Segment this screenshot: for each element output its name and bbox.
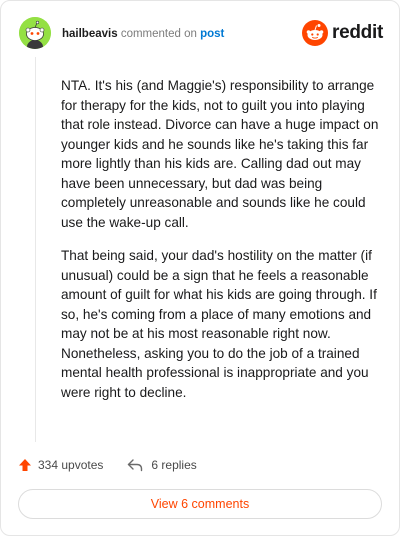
- reply-count: 6 replies: [151, 458, 197, 472]
- reply-arrow-icon: [128, 459, 143, 472]
- username-link[interactable]: hailbeavis: [62, 28, 118, 40]
- comment-body: NTA. It's his (and Maggie's) responsibil…: [61, 76, 379, 416]
- post-link[interactable]: post: [200, 28, 224, 40]
- reddit-snoo-icon: [302, 20, 329, 46]
- comment-header: hailbeavis commented on post reddit: [19, 17, 383, 51]
- upvote-count: 334 upvotes: [38, 458, 104, 472]
- comment-attribution: hailbeavis commented on post: [62, 27, 224, 41]
- snoo-avatar-icon[interactable]: [19, 17, 51, 49]
- reddit-logo[interactable]: reddit: [302, 19, 383, 47]
- replies-button[interactable]: 6 replies: [127, 458, 197, 472]
- logo-text: reddit: [332, 22, 383, 43]
- comment-card: hailbeavis commented on post reddit NTA.…: [0, 0, 400, 536]
- upvote-button[interactable]: 334 upvotes: [18, 458, 103, 472]
- view-comments-button[interactable]: View 6 comments: [18, 489, 382, 519]
- comment-paragraph-1: NTA. It's his (and Maggie's) responsibil…: [61, 78, 379, 230]
- comment-actions: 334 upvotes 6 replies: [18, 455, 197, 475]
- thread-line: [35, 57, 36, 442]
- upvote-arrow-icon: [19, 459, 31, 471]
- action-text: commented on: [120, 28, 197, 40]
- comment-paragraph-2: That being said, your dad's hostility on…: [61, 248, 377, 400]
